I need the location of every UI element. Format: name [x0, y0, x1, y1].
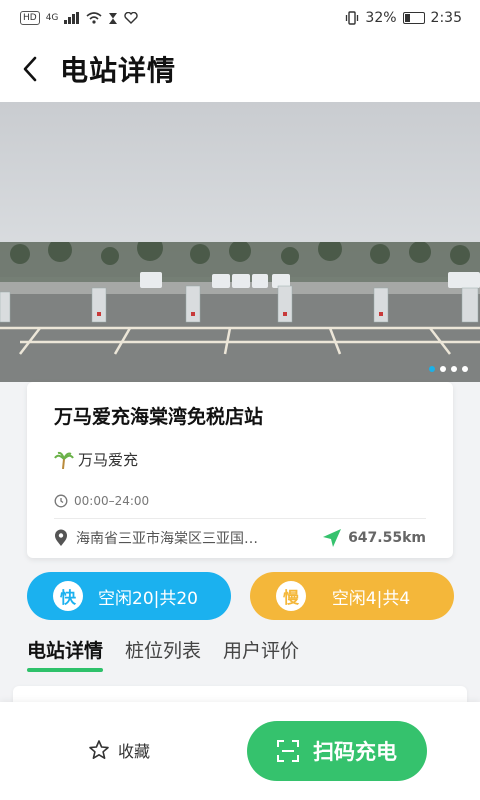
network-label: 4G: [45, 13, 59, 23]
star-outline-icon: [89, 740, 109, 759]
carousel-dot[interactable]: [440, 366, 446, 372]
back-button[interactable]: [0, 36, 60, 102]
slow-availability: 空闲4|共4: [331, 588, 411, 609]
scan-icon: [277, 740, 299, 762]
address-text: 海南省三亚市海棠区三亚国…: [76, 531, 258, 547]
chevron-left-icon: [23, 56, 37, 82]
distance-value: 647.55km: [348, 530, 426, 546]
operator-name: 万马爱充: [78, 451, 139, 469]
tab-label: 桩位列表: [125, 640, 202, 662]
fast-badge: 快: [53, 581, 83, 611]
hours-row: 00:00–24:00: [54, 494, 426, 508]
station-name: 万马爱充海棠湾免税店站: [54, 406, 264, 428]
address-row[interactable]: 海南省三亚市海棠区三亚国… 647.55km: [54, 519, 426, 557]
heart-icon: [124, 12, 139, 24]
station-photo-carousel[interactable]: [0, 102, 480, 382]
scan-to-charge-button[interactable]: 扫码充电: [247, 721, 427, 781]
opening-hours: 00:00–24:00: [74, 494, 150, 508]
operator-row: 万马爱充: [54, 449, 426, 470]
navigation-arrow-icon: [323, 529, 342, 547]
status-right: 32% 2:35: [345, 10, 462, 26]
carousel-dot[interactable]: [462, 366, 468, 372]
address: 海南省三亚市海棠区三亚国…: [54, 528, 258, 548]
active-tab-indicator: [27, 668, 104, 672]
carousel-dot[interactable]: [429, 366, 435, 372]
hd-chip: HD: [20, 11, 40, 25]
location-pin-icon: [55, 529, 67, 546]
tab-station-details[interactable]: 电站详情: [27, 630, 104, 674]
scan-label: 扫码充电: [313, 740, 397, 764]
fast-availability: 空闲20|共20: [98, 588, 198, 609]
clock-icon: [54, 494, 68, 508]
tab-label: 电站详情: [27, 640, 104, 662]
fast-charger-pill[interactable]: 快 空闲20|共20: [27, 572, 231, 620]
slow-charger-pill[interactable]: 慢 空闲4|共4: [250, 572, 454, 620]
favorite-label: 收藏: [118, 742, 151, 761]
wifi-icon: [86, 12, 102, 24]
tab-user-reviews[interactable]: 用户评价: [223, 630, 299, 674]
palm-tree-icon: [54, 451, 74, 469]
clock: 2:35: [430, 10, 462, 26]
battery-percent: 32%: [365, 10, 397, 26]
signal-icon: [64, 12, 80, 24]
slow-badge: 慢: [276, 581, 306, 611]
tab-label: 用户评价: [223, 640, 300, 662]
hourglass-icon: [109, 12, 118, 24]
tab-charger-list[interactable]: 桩位列表: [125, 630, 201, 674]
favorite-button[interactable]: 收藏: [88, 738, 150, 762]
carousel-dot[interactable]: [451, 366, 457, 372]
status-bar: HD 4G 32% 2:35: [0, 0, 480, 36]
page-title: 电站详情: [60, 54, 177, 87]
photo-scene: [0, 242, 480, 382]
battery-fill: [404, 14, 410, 22]
page-header: 电站详情: [0, 36, 480, 102]
bottom-action-bar: 收藏 扫码充电: [0, 702, 480, 800]
status-left: HD 4G: [20, 11, 139, 25]
distance[interactable]: 647.55km: [322, 528, 426, 548]
carousel-dots: [429, 366, 468, 372]
detail-tabs: 电站详情 桩位列表 用户评价: [27, 630, 299, 674]
station-info-card: 万马爱充海棠湾免税店站 万马爱充 00:00–24:00 海南省三亚市海棠区三亚…: [27, 382, 453, 558]
vibrate-icon: [346, 11, 359, 25]
battery-icon: [402, 12, 425, 24]
